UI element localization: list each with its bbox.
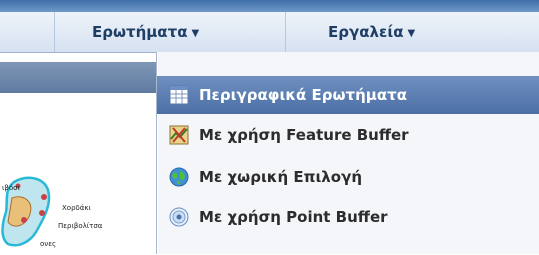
menu-item-label: Περιγραφικά Ερωτήματα <box>199 86 408 104</box>
menu-item-label: Με χωρική Επιλογή <box>199 168 363 186</box>
map-buffer-icon <box>169 125 189 145</box>
map-label: Περιβολίτσα <box>58 222 103 230</box>
map-marker <box>21 217 27 223</box>
globe-icon <box>169 167 189 187</box>
menu-item-feature-buffer[interactable]: Με χρήση Feature Buffer <box>157 116 539 154</box>
menu-item-label: Με χρήση Feature Buffer <box>199 126 409 144</box>
chevron-down-icon: ▼ <box>407 28 416 39</box>
menu-tools-button[interactable]: Εργαλεία ▼ <box>328 12 415 52</box>
queries-dropdown-menu: Περιγραφικά Ερωτήματα Με χρήση Feature B… <box>156 52 539 254</box>
menu-separator <box>285 12 286 52</box>
map-marker <box>39 210 45 216</box>
point-buffer-icon <box>169 207 189 227</box>
chevron-down-icon: ▼ <box>191 28 200 39</box>
map-marker <box>41 194 47 200</box>
map-label: ονες <box>40 240 57 248</box>
menu-separator <box>54 12 55 52</box>
map-label: ιβόσι <box>2 184 20 192</box>
menu-queries-button[interactable]: Ερωτήματα ▼ <box>92 12 199 52</box>
menu-item-descriptive-queries[interactable]: Περιγραφικά Ερωτήματα <box>157 76 539 114</box>
table-icon <box>169 85 189 105</box>
menu-tools-label: Εργαλεία <box>328 23 404 41</box>
menu-item-label: Με χρήση Point Buffer <box>199 208 388 226</box>
left-panel-header <box>0 63 156 93</box>
menu-item-point-buffer[interactable]: Με χρήση Point Buffer <box>157 198 539 236</box>
top-title-bar <box>0 0 539 12</box>
map-label: Χορδάκι <box>62 204 91 212</box>
menu-item-spatial-selection[interactable]: Με χωρική Επιλογή <box>157 158 539 196</box>
menu-queries-label: Ερωτήματα <box>92 23 188 41</box>
menu-bar: Ερωτήματα ▼ Εργαλεία ▼ <box>0 12 539 53</box>
